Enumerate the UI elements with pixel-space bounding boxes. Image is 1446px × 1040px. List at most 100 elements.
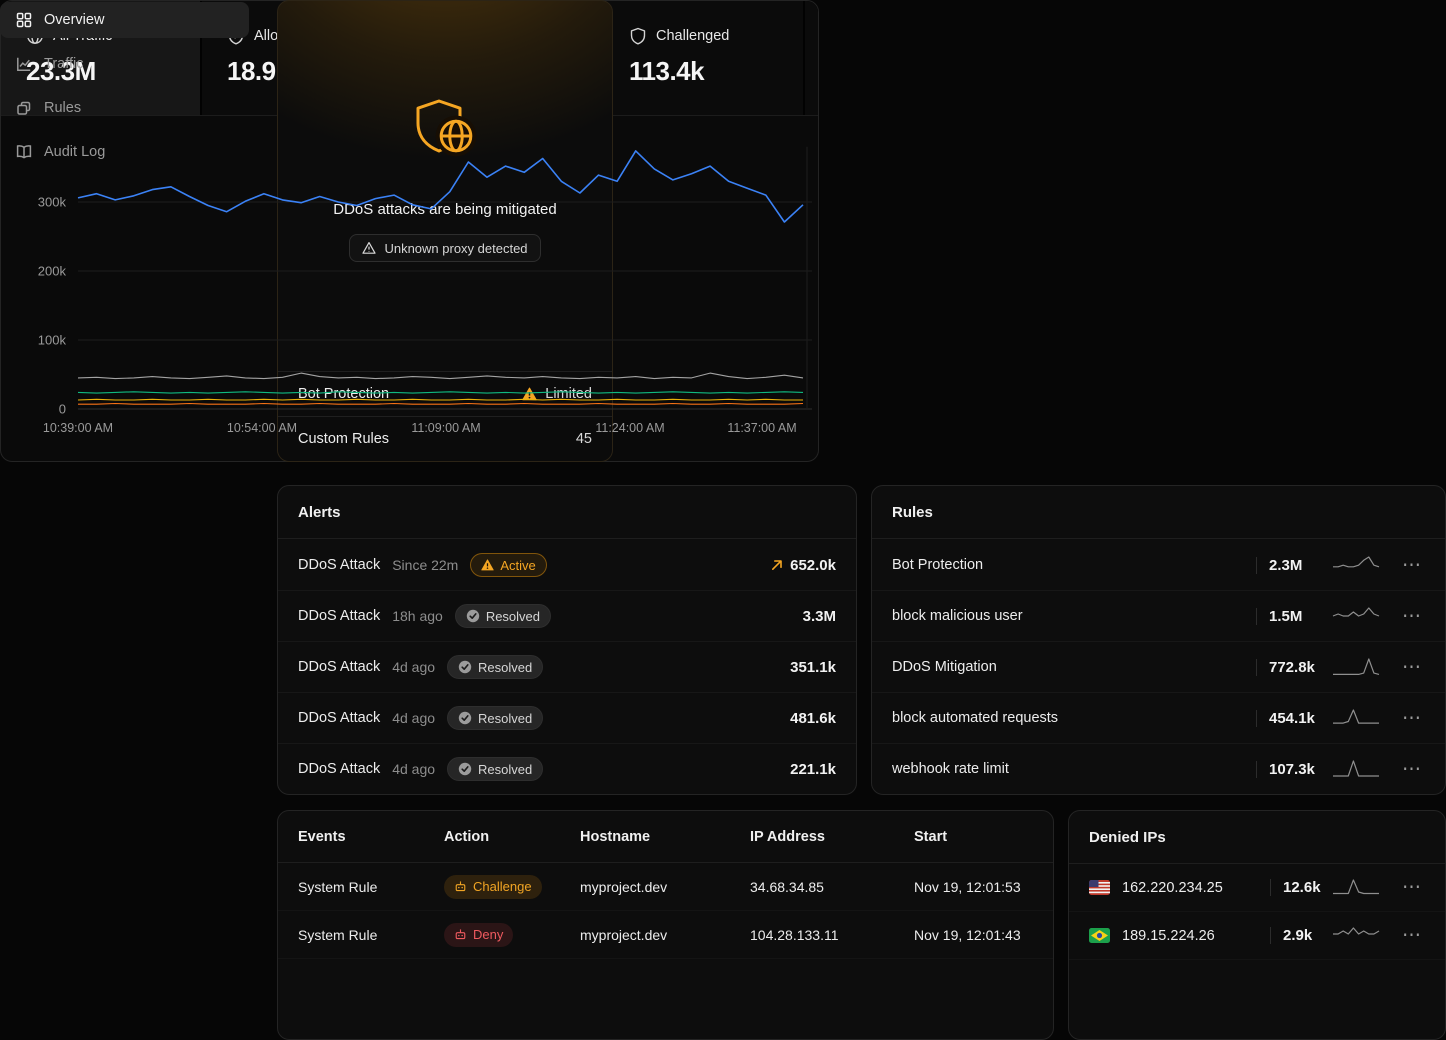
- alert-value: 3.3M: [803, 608, 836, 625]
- more-menu-button[interactable]: ⋯: [1398, 656, 1425, 679]
- alert-status-badge: Resolved: [455, 604, 551, 628]
- rule-row[interactable]: block automated requests 454.1k ⋯: [872, 692, 1445, 743]
- rule-hits: 772.8k: [1256, 659, 1326, 676]
- alert-status-badge: Resolved: [447, 757, 543, 781]
- event-hostname: myproject.dev: [580, 879, 750, 895]
- rule-sparkline: [1330, 705, 1382, 731]
- rule-sparkline: [1330, 603, 1382, 629]
- shield-icon: [629, 27, 647, 45]
- alert-value: 652.0k: [770, 557, 836, 574]
- bot-icon: [454, 928, 467, 941]
- alert-time: 18h ago: [392, 608, 443, 624]
- more-menu-button[interactable]: ⋯: [1398, 554, 1425, 577]
- rule-row[interactable]: webhook rate limit 107.3k ⋯: [872, 743, 1445, 794]
- denied-ip-hits: 2.9k: [1270, 927, 1326, 944]
- alert-value: 351.1k: [790, 659, 836, 676]
- event-row[interactable]: System Rule Deny myproject.dev 104.28.13…: [278, 911, 1053, 959]
- alert-status-badge: Resolved: [447, 706, 543, 730]
- svg-text:11:37:00 AM: 11:37:00 AM: [727, 421, 796, 435]
- svg-text:0: 0: [59, 402, 66, 417]
- event-start: Nov 19, 12:01:43: [914, 927, 1033, 943]
- denied-ip: 162.220.234.25: [1122, 880, 1270, 896]
- alert-row[interactable]: DDoS Attack 18h ago Resolved 3.3M: [278, 590, 856, 641]
- sidebar-item-overview[interactable]: Overview: [0, 2, 249, 38]
- rule-row[interactable]: block malicious user 1.5M ⋯: [872, 590, 1445, 641]
- alert-time: 4d ago: [392, 659, 435, 675]
- check-circle-icon: [458, 762, 472, 776]
- more-menu-button[interactable]: ⋯: [1398, 758, 1425, 781]
- denied-ip-row[interactable]: 189.15.224.26 2.9k ⋯: [1069, 912, 1445, 960]
- denied-ip: 189.15.224.26: [1122, 928, 1270, 944]
- alert-time: 4d ago: [392, 761, 435, 777]
- svg-text:300k: 300k: [38, 195, 67, 210]
- rule-hits: 454.1k: [1256, 710, 1326, 727]
- denied-ip-sparkline: [1330, 875, 1382, 901]
- flag-br-icon: [1089, 928, 1110, 943]
- flag-us-icon: [1089, 880, 1110, 895]
- alert-value: 221.1k: [790, 761, 836, 778]
- alerts-title: Alerts: [278, 486, 856, 539]
- column-action: Action: [444, 829, 580, 845]
- sidebar-item-label: Rules: [44, 100, 81, 116]
- event-ip: 104.28.133.11: [750, 927, 914, 943]
- denied-ips-card: Denied IPs 162.220.234.25 12.6k ⋯ 189.15…: [1068, 810, 1446, 1040]
- rule-row[interactable]: DDoS Mitigation 772.8k ⋯: [872, 641, 1445, 692]
- event-hostname: myproject.dev: [580, 927, 750, 943]
- alert-title: DDoS Attack: [298, 710, 380, 726]
- alerts-card: Alerts DDoS Attack Since 22m Active 652.…: [277, 485, 857, 795]
- alert-value: 481.6k: [790, 710, 836, 727]
- alert-row[interactable]: DDoS Attack 4d ago Resolved 221.1k: [278, 743, 856, 794]
- rule-name: block malicious user: [892, 608, 1256, 624]
- trend-up-icon: [770, 558, 784, 572]
- alert-title: DDoS Attack: [298, 659, 380, 675]
- alert-title: DDoS Attack: [298, 557, 380, 573]
- more-menu-button[interactable]: ⋯: [1398, 924, 1425, 947]
- traffic-chart[interactable]: 300k200k100k010:39:00 AM10:54:00 AM11:09…: [0, 115, 819, 462]
- svg-text:200k: 200k: [38, 264, 67, 279]
- more-menu-button[interactable]: ⋯: [1398, 605, 1425, 628]
- rule-sparkline: [1330, 552, 1382, 578]
- layers-icon: [16, 100, 32, 116]
- column-start: Start: [914, 829, 1033, 845]
- rule-name: DDoS Mitigation: [892, 659, 1256, 675]
- alert-row[interactable]: DDoS Attack 4d ago Resolved 351.1k: [278, 641, 856, 692]
- denied-ip-hits: 12.6k: [1270, 879, 1326, 896]
- more-menu-button[interactable]: ⋯: [1398, 707, 1425, 730]
- more-menu-button[interactable]: ⋯: [1398, 876, 1425, 899]
- alert-time: 4d ago: [392, 710, 435, 726]
- rule-hits: 107.3k: [1256, 761, 1326, 778]
- tab-value: 113.4k: [629, 56, 803, 87]
- event-name: System Rule: [298, 927, 444, 943]
- alert-row[interactable]: DDoS Attack 4d ago Resolved 481.6k: [278, 692, 856, 743]
- tab-challenged[interactable]: Challenged 113.4k: [604, 1, 803, 115]
- check-circle-icon: [466, 609, 480, 623]
- alert-row[interactable]: DDoS Attack Since 22m Active 652.0k: [278, 540, 856, 590]
- svg-text:10:54:00 AM: 10:54:00 AM: [227, 421, 297, 435]
- events-title: Events: [298, 829, 444, 845]
- denied-ips-title: Denied IPs: [1069, 811, 1445, 864]
- action-badge-deny: Deny: [444, 923, 513, 947]
- rule-name: block automated requests: [892, 710, 1256, 726]
- bot-icon: [454, 880, 467, 893]
- column-ip-address: IP Address: [750, 829, 914, 845]
- event-start: Nov 19, 12:01:53: [914, 879, 1033, 895]
- rule-name: webhook rate limit: [892, 761, 1256, 777]
- rule-sparkline: [1330, 756, 1382, 782]
- rule-sparkline: [1330, 654, 1382, 680]
- alert-time: Since 22m: [392, 557, 458, 573]
- action-badge-challenge: Challenge: [444, 875, 542, 899]
- sidebar-item-traffic[interactable]: Traffic: [0, 46, 249, 82]
- event-ip: 34.68.34.85: [750, 879, 914, 895]
- check-circle-icon: [458, 660, 472, 674]
- rules-rows: Bot Protection 2.3M ⋯ block malicious us…: [872, 540, 1445, 794]
- svg-text:11:24:00 AM: 11:24:00 AM: [595, 421, 664, 435]
- rules-card: Rules Bot Protection 2.3M ⋯ block malici…: [871, 485, 1446, 795]
- check-circle-icon: [458, 711, 472, 725]
- chart-line-icon: [16, 56, 32, 72]
- denied-ip-row[interactable]: 162.220.234.25 12.6k ⋯: [1069, 864, 1445, 912]
- alert-title: DDoS Attack: [298, 761, 380, 777]
- column-hostname: Hostname: [580, 829, 750, 845]
- sidebar-item-label: Traffic: [44, 56, 83, 72]
- event-row[interactable]: System Rule Challenge myproject.dev 34.6…: [278, 863, 1053, 911]
- rule-row[interactable]: Bot Protection 2.3M ⋯: [872, 540, 1445, 590]
